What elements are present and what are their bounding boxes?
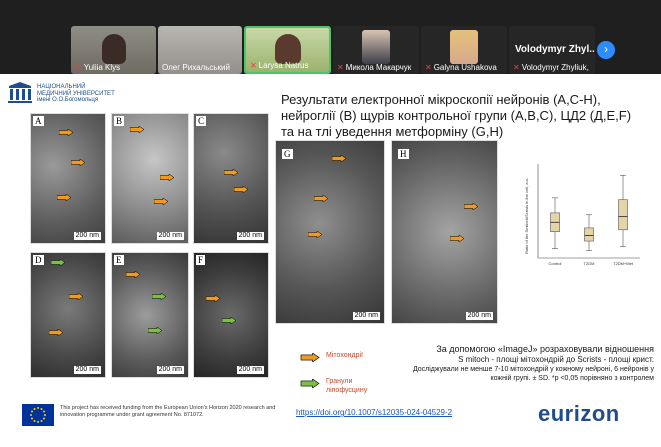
eu-flag-icon (22, 404, 54, 426)
chart-y-label: Ratio of the Smitoch/Scrists in the cell… (524, 178, 529, 254)
mic-muted-icon: ✕ (513, 63, 520, 72)
participant-tile-2[interactable]: Олег Рихальський (158, 26, 242, 74)
arrow-legend: Мітохондрії Гранули ліпофусцину (300, 351, 420, 403)
mic-muted-icon: ✕ (75, 63, 82, 72)
mitochondria-arrow-icon (57, 194, 71, 201)
mitochondria-arrow-icon (160, 174, 174, 181)
scale-bar: 200 nm (236, 232, 264, 240)
participant-photo (362, 30, 390, 64)
funding-note: This project has received funding from t… (60, 405, 276, 418)
mitochondria-arrow-icon (224, 169, 238, 176)
mitochondria-arrow-icon (464, 203, 478, 210)
mitochondria-arrow-icon (234, 186, 248, 193)
scale-bar: 200 nm (156, 366, 184, 374)
mitochondria-arrow-icon (154, 198, 168, 205)
eurizon-logo: eurizon (538, 401, 620, 426)
participant-photo (274, 34, 301, 64)
shared-slide: НАЦІОНАЛЬНИЙ МЕДИЧНИЙ УНІВЕРСИТЕТ імені … (0, 74, 661, 447)
mitochondria-arrow-icon (126, 271, 140, 278)
participant-tile-5[interactable]: ✕ Galyna Ushakova (421, 26, 507, 74)
participant-photo (450, 30, 478, 64)
em-panel-g: G 200 nm (275, 140, 385, 324)
em-panel-d: D 200 nm (30, 252, 106, 378)
scale-bar: 200 nm (352, 312, 380, 320)
mitochondria-arrow-icon (49, 329, 63, 336)
mitochondria-arrow-icon (332, 155, 346, 162)
participant-tile-1[interactable]: ✕ Yuliia Klys (71, 26, 156, 74)
participant-name: Yuliia Klys (83, 63, 121, 72)
mitochondria-arrow-icon (308, 231, 322, 238)
em-panel-b: B 200 nm (111, 113, 189, 244)
legend-item-mitochondria: Мітохондрії (300, 351, 420, 377)
scale-bar: 200 nm (73, 366, 101, 374)
caption-line: Досліджували не менше 7-10 мітохондрій у… (412, 366, 654, 382)
panel-label: G (282, 149, 293, 159)
participant-big-name: Volodymyr Zhyl... (515, 44, 595, 55)
em-panel-a: A 200 nm (30, 113, 106, 244)
university-logo-icon (7, 82, 33, 104)
method-caption: За допомогою «ImageJ» розраховували відн… (404, 344, 654, 383)
participant-photo (101, 34, 126, 64)
scale-bar: 200 nm (236, 366, 264, 374)
participant-name: Volodymyr Zhyliuk, N... (521, 63, 591, 72)
box-body (584, 227, 594, 242)
next-page-button[interactable]: › (597, 41, 615, 59)
participant-name: Galyna Ushakova (433, 63, 497, 72)
chart-x-tick-label: Control (549, 261, 562, 266)
legend-item-lipofuscin: Гранули ліпофусцину (300, 377, 420, 403)
panel-label: H (398, 149, 409, 159)
box-plot-chart: Ratio of the Smitoch/Scrists in the cell… (524, 164, 640, 266)
participant-tile-active[interactable]: ✕ Larysa Natrus (244, 26, 331, 74)
em-panel-h: H 200 nm (391, 140, 498, 324)
mitochondria-arrow-icon (314, 195, 328, 202)
panel-label: F (196, 255, 206, 265)
participant-tile-6[interactable]: Volodymyr Zhyl... ✕Volodymyr Zhyliuk, N.… (509, 26, 595, 74)
mitochondria-arrow-icon (300, 353, 320, 362)
caption-line: S mitoch - площі мітохондрій до Scrists … (458, 355, 654, 364)
panel-label: E (114, 255, 124, 265)
lipofuscin-arrow-icon (222, 317, 236, 324)
mitochondria-arrow-icon (130, 126, 144, 133)
mitochondria-arrow-icon (69, 293, 83, 300)
logo-line: імені О.О.Богомольця (37, 97, 99, 103)
panel-label: B (114, 116, 125, 126)
legend-label: Гранули ліпофусцину (326, 378, 368, 394)
scale-bar: 200 nm (465, 312, 493, 320)
panel-label: D (33, 255, 44, 265)
lipofuscin-arrow-icon (152, 293, 166, 300)
participant-name: Larysa Natrus (258, 61, 309, 70)
panel-label: A (33, 116, 44, 126)
em-panel-f: F 200 nm (193, 252, 269, 378)
scale-bar: 200 nm (73, 232, 101, 240)
mitochondria-arrow-icon (206, 295, 220, 302)
participant-tile-4[interactable]: ✕ Микола Макарчук (333, 26, 419, 74)
scale-bar: 200 nm (156, 232, 184, 240)
em-panel-e: E 200 nm (111, 252, 189, 378)
lipofuscin-arrow-icon (148, 327, 162, 334)
lipofuscin-arrow-icon (300, 379, 320, 388)
university-logo: НАЦІОНАЛЬНИЙ МЕДИЧНИЙ УНІВЕРСИТЕТ імені … (7, 82, 147, 104)
mic-muted-icon: ✕ (337, 63, 344, 72)
lipofuscin-arrow-icon (51, 259, 65, 266)
chart-x-tick-label: T2DM (584, 261, 595, 266)
legend-label: Мітохондрії (326, 352, 363, 359)
em-panel-c: C 200 nm (193, 113, 269, 244)
panel-label: C (196, 116, 207, 126)
mic-muted-icon: ✕ (425, 63, 432, 72)
slide-title: Результати електронної мікроскопії нейро… (281, 92, 632, 139)
participant-name: Микола Макарчук (345, 63, 412, 72)
caption-line: За допомогою «ImageJ» розраховували відн… (436, 344, 654, 354)
chart-x-tick-label: T2DM+Met (613, 261, 634, 266)
box-body (618, 199, 628, 231)
mitochondria-arrow-icon (59, 129, 73, 136)
mitochondria-arrow-icon (450, 235, 464, 242)
participant-strip: ✕ Yuliia Klys Олег Рихальський ✕ Larysa Na… (0, 0, 661, 74)
mitochondria-arrow-icon (71, 159, 85, 166)
participant-name: Олег Рихальський (162, 63, 230, 72)
mic-muted-icon: ✕ (250, 61, 257, 70)
doi-link[interactable]: https://doi.org/10.1007/s12035-024-04529… (296, 408, 452, 417)
